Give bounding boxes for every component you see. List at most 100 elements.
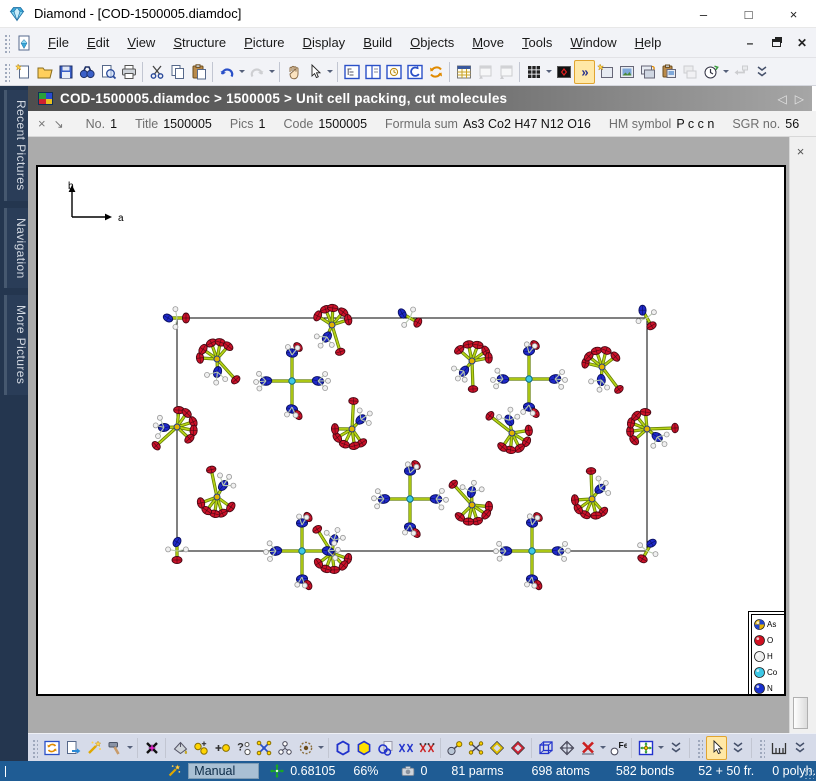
export-doc-icon[interactable]: [62, 736, 83, 760]
toolbar-grip[interactable]: [696, 738, 703, 758]
close-button[interactable]: ×: [771, 0, 816, 28]
close-picture-button[interactable]: ×: [792, 142, 810, 160]
build-hammer-dropdown[interactable]: [125, 736, 134, 760]
menu-window[interactable]: Window: [561, 31, 625, 54]
x-nodes-icon[interactable]: [465, 736, 486, 760]
crystal-structure-view[interactable]: [38, 167, 786, 696]
wand-icon[interactable]: [83, 736, 104, 760]
menu-objects[interactable]: Objects: [401, 31, 463, 54]
refresh-picture-icon[interactable]: [41, 736, 62, 760]
view-tree-icon[interactable]: [341, 60, 362, 84]
select-arrow-dropdown[interactable]: [325, 60, 334, 84]
menu-picture[interactable]: Picture: [235, 31, 293, 54]
toolbar-grip[interactable]: [3, 62, 10, 82]
data-grid-dropdown[interactable]: [544, 60, 553, 84]
burst-magenta-icon[interactable]: [141, 736, 162, 760]
menu-display[interactable]: Display: [294, 31, 355, 54]
picture-paste-icon[interactable]: [658, 60, 679, 84]
menu-structure[interactable]: Structure: [164, 31, 235, 54]
cut-icon[interactable]: [146, 60, 167, 84]
history-clock-icon[interactable]: [700, 60, 721, 84]
view-split-icon[interactable]: [362, 60, 383, 84]
net-connect-icon[interactable]: [253, 736, 274, 760]
x-pattern-red-icon[interactable]: [416, 736, 437, 760]
ball-stick-icon[interactable]: [444, 736, 465, 760]
data-grid-icon[interactable]: [523, 60, 544, 84]
atoms-add-icon[interactable]: [190, 736, 211, 760]
menu-edit[interactable]: Edit: [78, 31, 118, 54]
child-minimize-button[interactable]: –: [742, 35, 758, 51]
select-arrow-icon[interactable]: [706, 736, 727, 760]
child-restore-button[interactable]: [768, 35, 784, 51]
menu-help[interactable]: Help: [626, 31, 671, 54]
print-preview-icon[interactable]: [97, 60, 118, 84]
undo-icon[interactable]: [216, 60, 237, 84]
polyhedron-icon[interactable]: [556, 736, 577, 760]
next-picture-icon[interactable]: »: [574, 60, 595, 84]
save-icon[interactable]: [55, 60, 76, 84]
copy-icon[interactable]: [167, 60, 188, 84]
history-clock-dropdown[interactable]: [721, 60, 730, 84]
x-delete-icon[interactable]: [577, 736, 598, 760]
menubar-grip[interactable]: [3, 33, 10, 53]
view-refresh-icon[interactable]: [425, 60, 446, 84]
overflow-icon[interactable]: [727, 736, 748, 760]
print-icon[interactable]: [118, 60, 139, 84]
paste-icon[interactable]: [188, 60, 209, 84]
fill-paint-icon[interactable]: [169, 736, 190, 760]
breadcrumb-path[interactable]: COD-1500005.diamdoc > 1500005 > Unit cel…: [60, 91, 507, 106]
mode-indicator[interactable]: Manual: [188, 763, 259, 779]
menu-tools[interactable]: Tools: [513, 31, 561, 54]
select-arrow-icon[interactable]: [304, 60, 325, 84]
redo-dropdown[interactable]: [267, 60, 276, 84]
diamond-yellow-icon[interactable]: [486, 736, 507, 760]
toolbar-grip[interactable]: [31, 738, 38, 758]
x-pattern-blue-icon[interactable]: [395, 736, 416, 760]
display-black-icon[interactable]: [553, 60, 574, 84]
overflow-icon[interactable]: [789, 736, 810, 760]
infobar-expand-icon[interactable]: ↘: [54, 117, 64, 131]
menu-move[interactable]: Move: [463, 31, 513, 54]
document-icon[interactable]: [15, 34, 33, 52]
sidebar-tab-more-pictures[interactable]: More Pictures: [4, 295, 28, 394]
child-close-button[interactable]: ✕: [794, 35, 810, 51]
hex-yellow-icon[interactable]: [353, 736, 374, 760]
picture-new-icon[interactable]: [595, 60, 616, 84]
overflow-icon[interactable]: [665, 736, 686, 760]
ruler-comb-icon[interactable]: [768, 736, 789, 760]
pan-hand-icon[interactable]: [283, 60, 304, 84]
maximize-button[interactable]: □: [726, 0, 771, 28]
x-delete-dropdown[interactable]: [598, 736, 607, 760]
sphere-dotted-dropdown[interactable]: [316, 736, 325, 760]
element-fe-icon[interactable]: Fe: [607, 736, 628, 760]
infobar-close-icon[interactable]: ×: [38, 116, 46, 131]
picture-copy-icon[interactable]: [637, 60, 658, 84]
picture-frame-icon[interactable]: [616, 60, 637, 84]
cluster-tree-icon[interactable]: [274, 736, 295, 760]
menu-file[interactable]: File: [39, 31, 78, 54]
breadcrumb-next-button[interactable]: ▷: [795, 92, 804, 106]
picture-page[interactable]: b a As O H Co N: [36, 165, 786, 696]
view-history-icon[interactable]: [383, 60, 404, 84]
menu-build[interactable]: Build: [354, 31, 401, 54]
hex-blue-icon[interactable]: [332, 736, 353, 760]
atom-plus-icon[interactable]: [211, 736, 232, 760]
menu-view[interactable]: View: [118, 31, 164, 54]
move-frame-dropdown[interactable]: [656, 736, 665, 760]
sphere-dotted-icon[interactable]: [295, 736, 316, 760]
new-document-icon[interactable]: [13, 60, 34, 84]
atom-question-icon[interactable]: ?: [232, 736, 253, 760]
diamond-red-icon[interactable]: [507, 736, 528, 760]
open-folder-icon[interactable]: [34, 60, 55, 84]
sidebar-tab-recent-pictures[interactable]: Recent Pictures: [4, 90, 28, 201]
overflow-icon[interactable]: [751, 60, 772, 84]
breadcrumb-prev-button[interactable]: ◁: [778, 92, 787, 106]
rings-stack-icon[interactable]: [374, 736, 395, 760]
move-frame-icon[interactable]: [635, 736, 656, 760]
view-back-icon[interactable]: [404, 60, 425, 84]
find-binoculars-icon[interactable]: [76, 60, 97, 84]
table-new-icon[interactable]: [453, 60, 474, 84]
scrollbar-thumb[interactable]: [793, 697, 808, 729]
undo-dropdown[interactable]: [237, 60, 246, 84]
resize-grip[interactable]: [804, 769, 814, 779]
